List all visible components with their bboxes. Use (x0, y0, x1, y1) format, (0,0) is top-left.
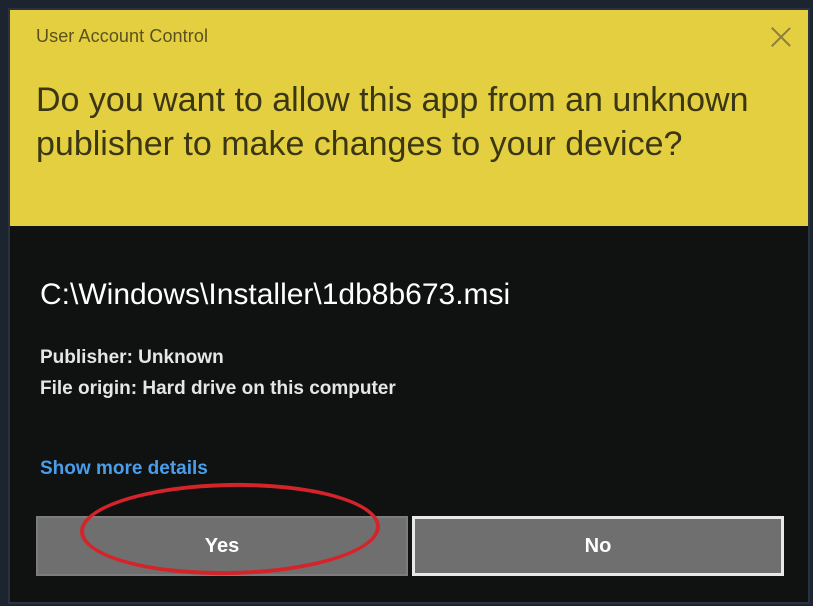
file-path: C:\Windows\Installer\1db8b673.msi (40, 278, 511, 311)
prompt-question: Do you want to allow this app from an un… (36, 81, 749, 163)
file-origin-info: File origin: Hard drive on this computer (40, 378, 396, 399)
yes-button[interactable]: Yes (36, 516, 408, 576)
dialog-body: C:\Windows\Installer\1db8b673.msi Publis… (10, 226, 808, 602)
dialog-title: User Account Control (36, 26, 209, 46)
show-more-details-link[interactable]: Show more details (40, 458, 208, 480)
dialog-header: User Account Control Do you want to allo… (10, 10, 808, 226)
publisher-info: Publisher: Unknown (40, 347, 224, 368)
close-icon[interactable] (770, 26, 792, 48)
uac-dialog: User Account Control Do you want to allo… (10, 10, 808, 602)
no-button[interactable]: No (412, 516, 784, 576)
